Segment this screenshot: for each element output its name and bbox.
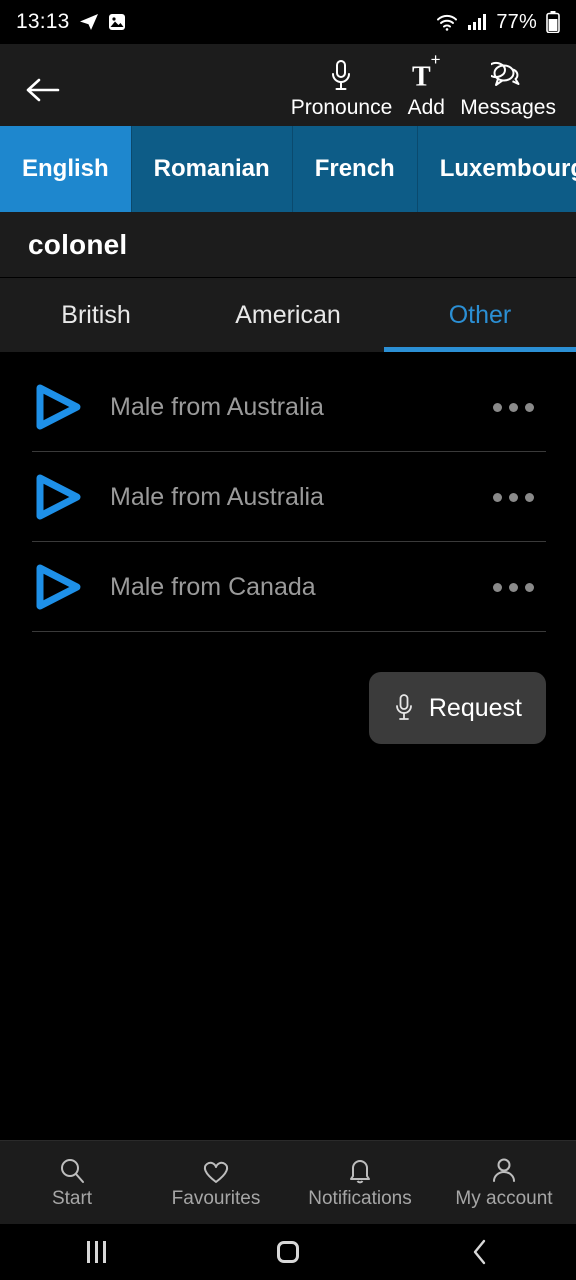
search-icon [57,1156,87,1186]
nav-item-my-account[interactable]: My account [432,1156,576,1210]
back-arrow-icon [26,78,60,102]
nav-item-notifications[interactable]: Notifications [288,1156,432,1210]
accent-tab-label: American [235,300,341,329]
back-button[interactable] [14,62,70,118]
wifi-icon [436,12,458,32]
recents-icon [86,1241,106,1263]
language-tab-label: Luxembourgish [439,155,576,182]
bottom-navigation: Start Favourites Notifications My accoun… [0,1140,576,1224]
cellular-signal-icon [467,13,487,31]
language-tab-label: French [314,155,395,182]
messages-button[interactable]: Messages [454,59,562,120]
play-triangle-icon[interactable] [30,470,84,524]
tab-other[interactable]: Other [384,278,576,352]
pronounce-button[interactable]: Pronounce [285,59,399,120]
language-tab-romanian[interactable]: Romanian [131,126,293,212]
word-header: colonel [0,212,576,278]
bell-icon [346,1156,374,1186]
app-toolbar: Pronounce T+ Add Messages [0,44,576,126]
list-item-label: Male from Australia [110,482,324,511]
pronunciation-list: Male from Australia Male from Australia … [0,352,576,632]
nav-item-favourites[interactable]: Favourites [144,1156,288,1210]
nav-item-start[interactable]: Start [0,1156,144,1210]
home-icon [277,1241,299,1263]
add-text-icon: T+ [411,49,441,93]
battery-icon [546,11,560,33]
system-back-button[interactable] [384,1238,576,1266]
language-tab-label: Romanian [153,155,270,182]
play-triangle-icon[interactable] [30,380,84,434]
nav-item-label: Start [51,1187,93,1209]
person-icon [489,1156,519,1186]
language-tab-luxembourgish[interactable]: Luxembourgish [417,126,576,212]
status-bar-left: 13:13 [16,10,126,34]
nav-item-label: Favourites [171,1187,261,1209]
language-tab-bar[interactable]: English Romanian French Luxembourgish [0,126,576,212]
request-row: Request [0,632,576,744]
list-item-label: Male from Canada [110,572,316,601]
back-icon [470,1238,490,1266]
accent-tab-label: British [61,300,131,329]
nav-item-label: My account [455,1187,553,1209]
play-triangle-icon[interactable] [30,560,84,614]
list-item[interactable]: Male from Canada [0,542,576,632]
toolbar-actions: Pronounce T+ Add Messages [285,49,562,120]
language-tab-english[interactable]: English [0,126,132,212]
home-button[interactable] [192,1241,384,1263]
image-icon [108,13,126,31]
tab-british[interactable]: British [0,278,192,352]
status-bar-right: 77% [436,11,560,34]
add-button[interactable]: T+ Add [398,49,454,120]
status-bar: 13:13 77% [0,0,576,44]
battery-percent-label: 77% [496,10,537,33]
add-label: Add [407,96,445,119]
request-button[interactable]: Request [368,672,546,744]
nav-item-label: Notifications [308,1187,412,1209]
recents-button[interactable] [0,1241,192,1263]
accent-tab-bar[interactable]: British American Other [0,278,576,352]
tab-american[interactable]: American [192,278,384,352]
list-item-label: Male from Australia [110,392,324,421]
word-title: colonel [28,228,128,260]
messages-icon [491,59,525,93]
microphone-icon [393,693,415,723]
more-options-icon[interactable] [481,479,546,516]
status-bar-clock: 13:13 [16,10,70,33]
more-options-icon[interactable] [481,389,546,426]
list-item[interactable]: Male from Australia [0,452,576,542]
microphone-icon [328,59,354,93]
telegram-icon [79,12,99,32]
list-item[interactable]: Male from Australia [0,362,576,452]
language-tab-french[interactable]: French [292,126,418,212]
accent-tab-label: Other [448,300,512,329]
pronounce-label: Pronounce [290,96,393,119]
request-label: Request [428,693,522,722]
messages-label: Messages [460,96,556,119]
app-screen: 13:13 77% Pronounce T+ Add Messages Engl… [0,0,576,1280]
language-tab-label: English [22,155,109,182]
system-navigation-bar [0,1224,576,1280]
heart-icon [200,1156,232,1186]
more-options-icon[interactable] [481,569,546,606]
